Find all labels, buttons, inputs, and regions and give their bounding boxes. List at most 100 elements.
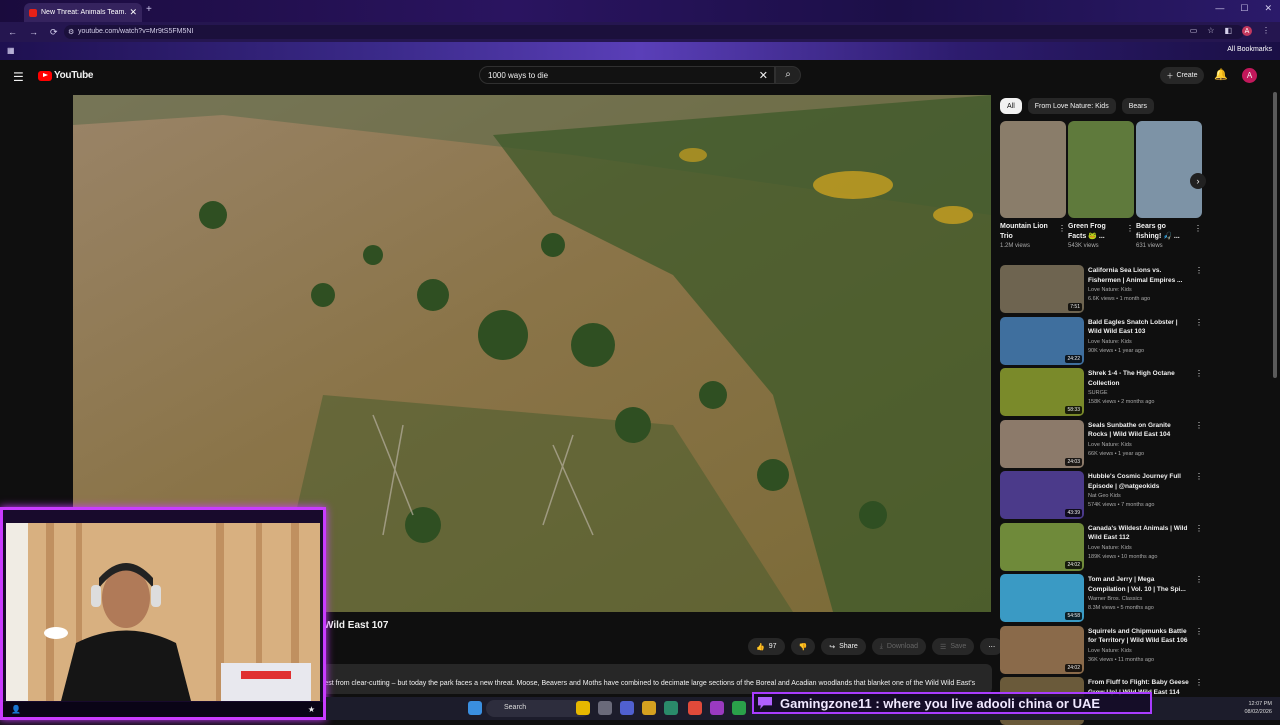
share-label: Share — [839, 643, 858, 650]
video-menu-icon[interactable]: ⋮ — [1195, 472, 1203, 481]
video-title: Shrek 1-4 - The High Octane Collection — [1088, 370, 1175, 387]
dislike-button[interactable]: 👎 — [790, 638, 816, 655]
minimize-icon[interactable]: — — [1215, 3, 1224, 14]
video-menu-icon[interactable]: ⋮ — [1195, 575, 1203, 584]
menu-hamburger-icon[interactable]: ☰ — [13, 70, 24, 84]
channel-name: Nat Geo Kids — [1088, 493, 1121, 499]
browser-profile-avatar[interactable]: A — [1242, 26, 1252, 36]
recommended-video[interactable]: 43:39 Hubble's Cosmic Journey Full Episod… — [1000, 471, 1205, 519]
video-meta: 90K views • 1 year ago — [1088, 347, 1145, 354]
download-icon: ⤓ — [879, 642, 883, 650]
thumbs-down-icon: 👎 — [798, 643, 808, 651]
download-button[interactable]: ⤓ Download — [871, 638, 927, 655]
site-info-icon[interactable]: ⚙ — [68, 28, 74, 36]
description-box[interactable]: rest from clear-cutting – but today the … — [322, 664, 992, 694]
xbox-icon[interactable] — [732, 701, 746, 715]
video-meta: 8.3M views • 5 months ago — [1088, 605, 1154, 611]
clear-search-icon[interactable]: ✕ — [759, 69, 768, 82]
page-scrollbar[interactable] — [1273, 92, 1277, 378]
short-item[interactable]: Green Frog Facts 🐸 ... 543K views ⋮ — [1068, 121, 1134, 249]
stream-chat-overlay: Gamingzone11 : where you live adooli chi… — [752, 692, 1152, 714]
task-view-icon[interactable] — [598, 701, 612, 715]
short-title: Mountain Lion Trio — [1000, 223, 1048, 240]
video-menu-icon[interactable]: ⋮ — [1195, 266, 1203, 275]
chip-from-love-nature-kids[interactable]: From Love Nature: Kids — [1027, 98, 1116, 114]
chrome-icon[interactable] — [688, 701, 702, 715]
close-tab-icon[interactable]: ✕ — [129, 7, 137, 18]
channel-name: Love Nature: Kids — [1088, 544, 1132, 551]
create-button[interactable]: ＋ Create — [1160, 67, 1204, 84]
short-views: 543K views — [1068, 243, 1099, 249]
short-thumbnail — [1068, 121, 1134, 218]
video-menu-icon[interactable]: ⋮ — [1195, 627, 1203, 636]
start-icon[interactable] — [468, 701, 482, 715]
taskbar-clock[interactable]: 12:07 PM 08/02/2026 — [1244, 700, 1272, 716]
share-button[interactable]: ↪ Share — [821, 638, 866, 655]
back-icon[interactable]: ← — [8, 27, 17, 38]
bookmark-star-icon[interactable]: ☆ — [1207, 26, 1214, 36]
file-explorer-icon[interactable] — [576, 701, 590, 715]
short-menu-icon[interactable]: ⋮ — [1126, 224, 1134, 233]
recommended-video[interactable]: 54:58 Tom and Jerry | Mega Compilation | … — [1000, 574, 1205, 622]
youtube-favicon-icon — [29, 8, 37, 17]
recommended-video[interactable]: 24:03 Seals Sunbathe on Granite Rocks | W… — [1000, 419, 1205, 468]
like-button[interactable]: 👍 97 — [748, 638, 785, 655]
chip-bears[interactable]: Bears — [1121, 98, 1154, 114]
notifications-bell-icon[interactable]: 🔔 — [1214, 68, 1228, 81]
edge-icon[interactable] — [664, 701, 678, 715]
video-thumbnail: 24:02 — [1000, 625, 1084, 674]
video-title: Seals Sunbathe on Granite Rocks | Wild W… — [1088, 421, 1171, 439]
folder-icon[interactable] — [642, 701, 656, 715]
video-thumbnail: 24:03 — [1000, 419, 1084, 468]
short-thumbnail — [1000, 121, 1066, 218]
thumbs-up-icon: 👍 — [756, 643, 765, 651]
forward-icon[interactable]: → — [29, 27, 38, 38]
video-menu-icon[interactable]: ⋮ — [1195, 524, 1203, 533]
save-button[interactable]: ☰ Save — [932, 638, 975, 655]
all-bookmarks-link[interactable]: All Bookmarks — [1227, 46, 1272, 53]
browser-tab[interactable]: New Threat: Animals Team... ✕ — [24, 3, 142, 22]
cast-icon[interactable]: ▭ — [1190, 26, 1198, 36]
shorts-next-button[interactable]: › — [1190, 173, 1206, 189]
search-query: 1000 ways to die — [488, 71, 549, 80]
chip-all[interactable]: All — [1000, 98, 1022, 114]
copilot-icon[interactable] — [620, 701, 634, 715]
account-avatar[interactable]: A — [1242, 68, 1257, 83]
search-button[interactable]: ⌕ — [775, 66, 801, 84]
channel-name: Love Nature: Kids — [1088, 441, 1132, 448]
channel-name: Love Nature: Kids — [1088, 647, 1132, 654]
apps-grid-icon[interactable]: ▦ — [7, 46, 15, 55]
video-thumbnail: 54:58 — [1000, 574, 1084, 622]
extensions-icon[interactable]: ◧ — [1224, 26, 1232, 36]
maximize-icon[interactable]: ☐ — [1240, 3, 1248, 14]
recommended-video[interactable]: 24:02 Squirrels and Chipmunks Battle for … — [1000, 625, 1205, 674]
search-input[interactable]: 1000 ways to die ✕ — [479, 66, 775, 84]
short-menu-icon[interactable]: ⋮ — [1058, 224, 1066, 233]
recommended-video[interactable]: 7:51 California Sea Lions vs. Fishermen |… — [1000, 265, 1205, 313]
new-tab-button[interactable]: + — [146, 4, 152, 15]
recommended-video[interactable]: 58:33 Shrek 1-4 - The High Octane Collect… — [1000, 368, 1205, 416]
video-duration: 24:02 — [1065, 663, 1082, 672]
reload-icon[interactable]: ⟳ — [50, 27, 58, 38]
video-menu-icon[interactable]: ⋮ — [1195, 678, 1203, 687]
short-views: 631 views — [1136, 243, 1163, 249]
url-field[interactable]: ⚙ youtube.com/watch?v=Mr9tS5FM5NI — [64, 25, 1244, 39]
taskbar-search[interactable]: Search — [486, 700, 590, 717]
youtube-logo[interactable]: YouTube — [38, 70, 94, 81]
short-menu-icon[interactable]: ⋮ — [1194, 224, 1202, 233]
video-menu-icon[interactable]: ⋮ — [1195, 318, 1203, 327]
channel-name: Warner Bros. Classics — [1088, 596, 1143, 602]
browser-menu-icon[interactable]: ⋮ — [1262, 26, 1270, 36]
video-menu-icon[interactable]: ⋮ — [1195, 369, 1203, 378]
video-meta: 66K views • 1 year ago — [1088, 450, 1145, 457]
recommended-video[interactable]: 24:02 Canada's Wildest Animals | Wild Wil… — [1000, 522, 1205, 571]
recommended-video[interactable]: 24:22 Bald Eagles Snatch Lobster | Wild W… — [1000, 316, 1205, 365]
close-window-icon[interactable]: ✕ — [1264, 3, 1272, 14]
video-duration: 58:33 — [1065, 406, 1082, 414]
video-menu-icon[interactable]: ⋮ — [1195, 421, 1203, 430]
video-actions: 👍 97 👎 ↪ Share ⤓ Download ☰ Save ⋯ — [748, 638, 1004, 655]
short-item[interactable]: Mountain Lion Trio 1.2M views ⋮ — [1000, 121, 1066, 249]
short-thumbnail — [1136, 121, 1202, 218]
app-icon[interactable] — [710, 701, 724, 715]
search-icon: ⌕ — [785, 69, 791, 80]
